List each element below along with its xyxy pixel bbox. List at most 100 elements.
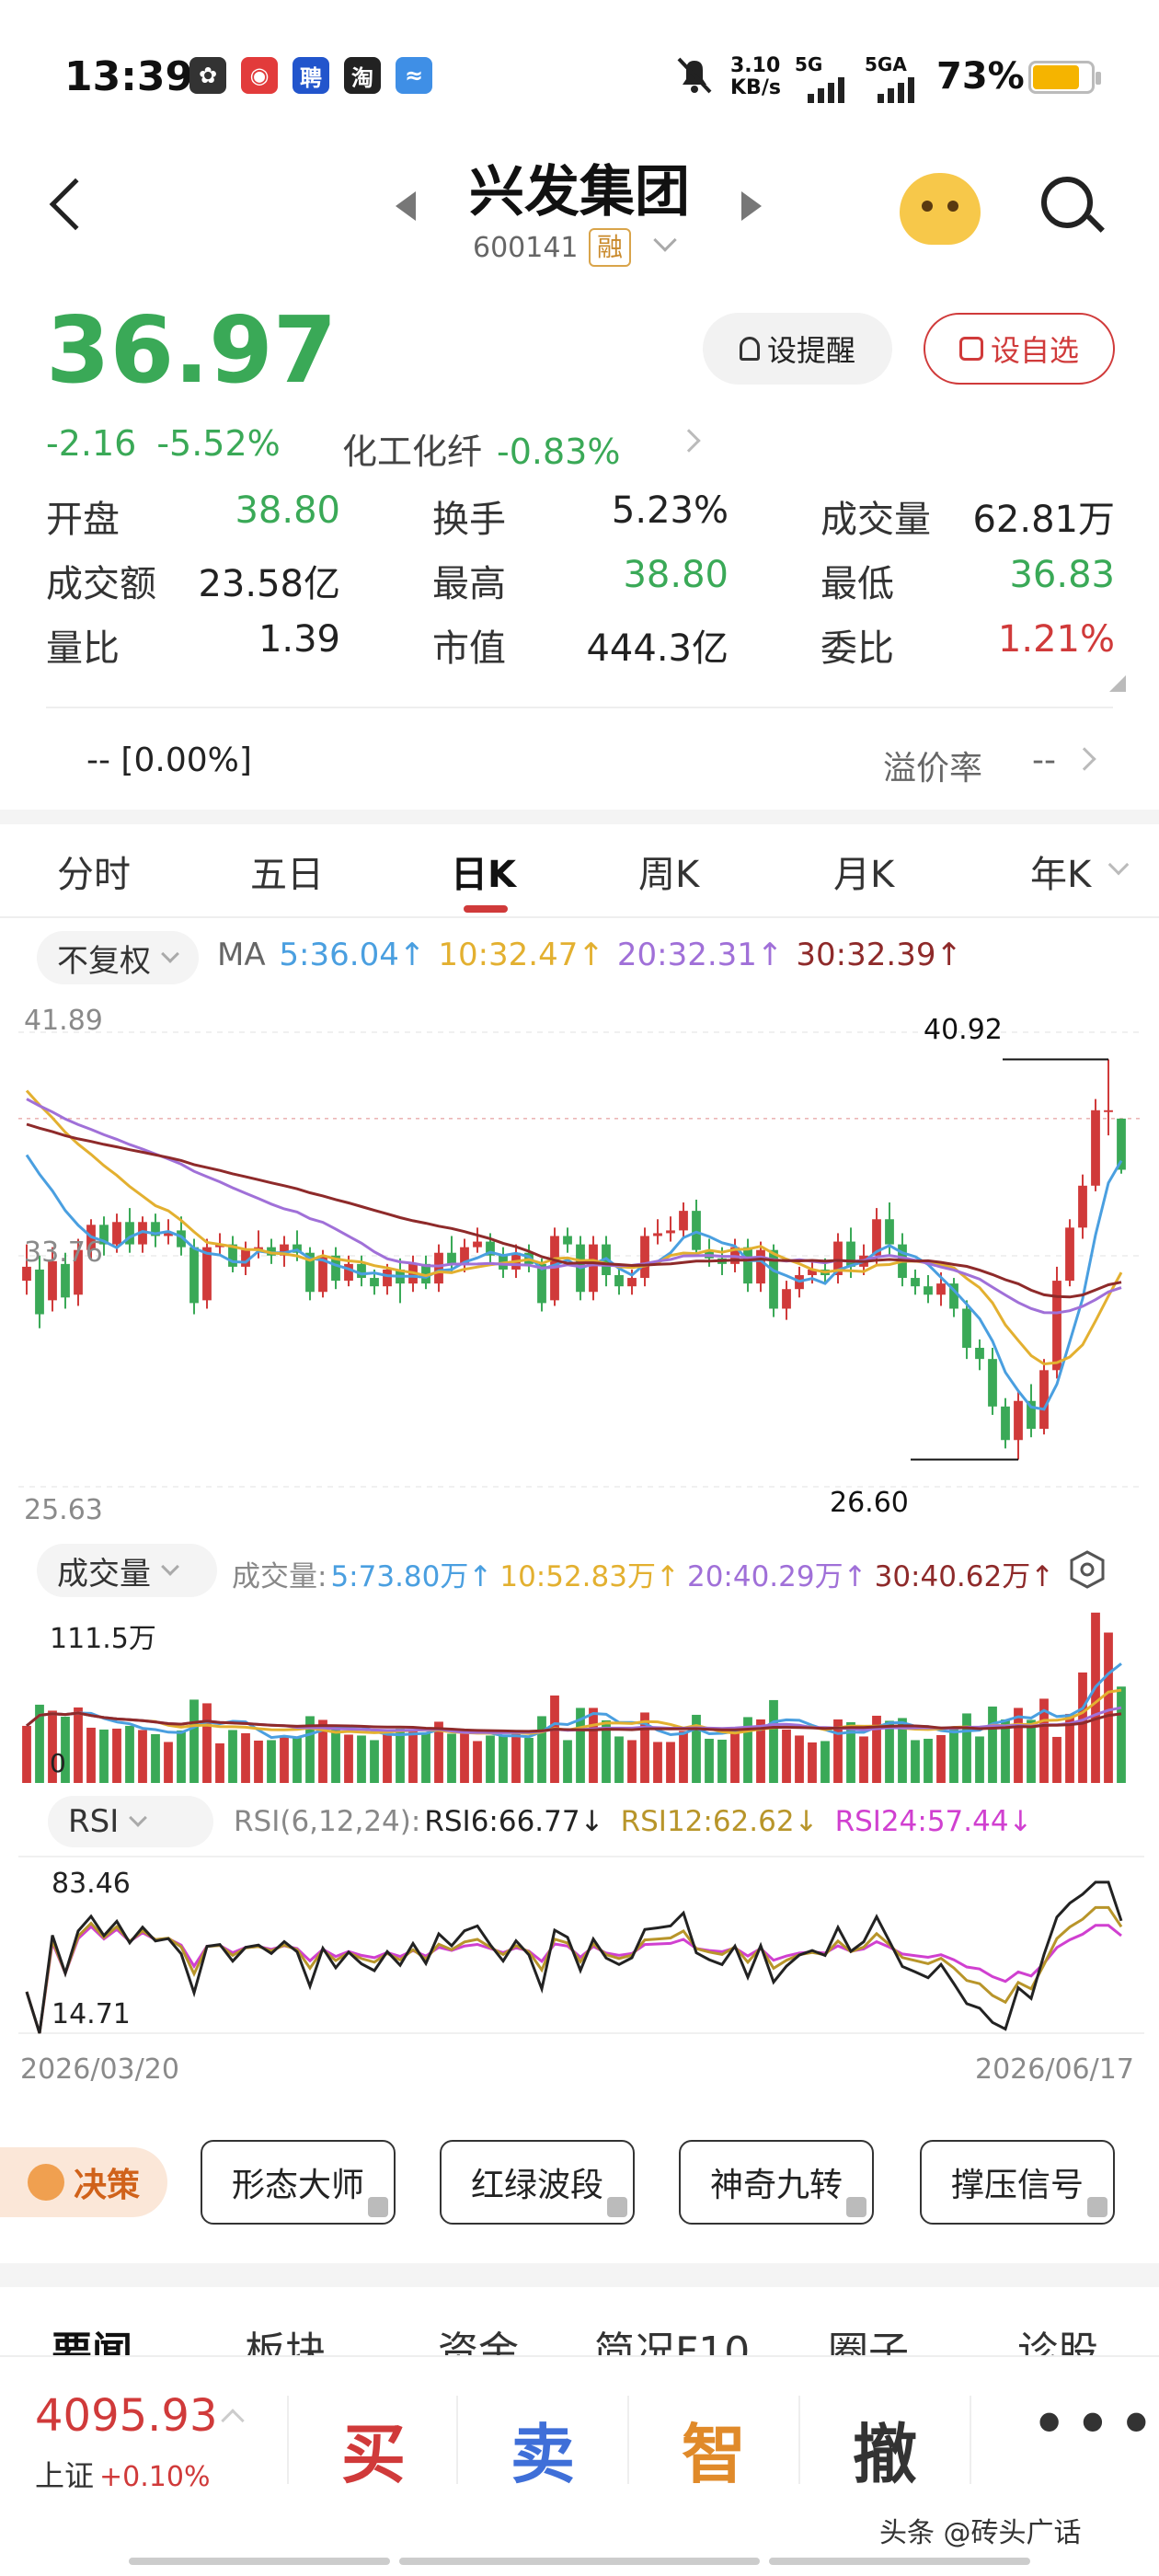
nav-indicator[interactable] <box>129 2558 390 2565</box>
volume-bar <box>112 1728 121 1783</box>
volume-bar <box>151 1733 160 1783</box>
feature-button[interactable]: 神奇九转 <box>679 2140 874 2225</box>
candle <box>396 1258 405 1304</box>
rsi-selector[interactable]: RSI <box>48 1796 213 1847</box>
volume-bar <box>421 1731 430 1783</box>
volume-selector-label: 成交量 <box>57 1555 151 1593</box>
trade-action-0[interactable]: 买 <box>318 2403 429 2496</box>
trade-action-2[interactable]: 智 <box>659 2403 769 2496</box>
stat-label: 最高 <box>432 563 506 605</box>
decision-label: 决策 <box>73 2167 140 2204</box>
candlestick-chart[interactable] <box>0 994 1159 1527</box>
tab-0[interactable]: 分时 <box>57 845 131 898</box>
volume-bar <box>74 1707 83 1783</box>
price-axis-top: 41.89 <box>24 1005 103 1037</box>
volume-bar <box>511 1732 521 1783</box>
set-alert-label: 设提醒 <box>766 333 855 368</box>
trade-action-1[interactable]: 卖 <box>488 2403 598 2496</box>
candle <box>975 1339 984 1371</box>
low-price-marker: 26.60 <box>830 1487 909 1519</box>
feature-button[interactable]: 红绿波段 <box>440 2140 635 2225</box>
decision-button[interactable]: 决策 <box>0 2147 167 2217</box>
feature-button-label: 形态大师 <box>231 2167 364 2204</box>
volume-bar <box>924 1738 933 1783</box>
candle <box>1104 1059 1113 1136</box>
status-time: 13:39 <box>64 53 194 100</box>
volume-bar <box>383 1734 392 1783</box>
mascot-icon[interactable] <box>900 173 981 245</box>
feature-button-label: 神奇九转 <box>709 2167 843 2204</box>
legend-item: 30:40.62万↑ <box>874 1560 1055 1593</box>
chevron-right-icon[interactable] <box>1073 747 1096 771</box>
volume-bar <box>769 1699 778 1783</box>
stat-value: 38.80 <box>235 489 340 532</box>
volume-bar <box>537 1716 546 1783</box>
search-icon[interactable] <box>1041 177 1093 228</box>
search-icon-handle <box>1086 214 1105 233</box>
section-gap <box>0 810 1159 824</box>
candle <box>1065 1219 1074 1287</box>
lock-icon <box>368 2197 388 2217</box>
candle <box>679 1202 688 1239</box>
feature-button[interactable]: 形态大师 <box>201 2140 396 2225</box>
expand-corner-icon[interactable] <box>1109 675 1126 692</box>
volume-bar <box>408 1731 418 1783</box>
trade-action-3[interactable]: 撤 <box>830 2403 940 2496</box>
feature-button[interactable]: 撑压信号 <box>920 2140 1115 2225</box>
add-favorite-button[interactable]: 设自选 <box>924 313 1115 385</box>
rsi-chart[interactable] <box>0 1853 1159 2037</box>
next-stock-icon[interactable] <box>741 191 762 221</box>
tab-5[interactable]: 年K <box>1030 845 1091 898</box>
volume-bar <box>1091 1612 1100 1783</box>
index-value[interactable]: 4095.93 <box>35 2390 218 2442</box>
price-axis-mid: 33.76 <box>24 1236 103 1269</box>
candle <box>1091 1098 1100 1191</box>
tab-2[interactable]: 日K <box>451 845 516 898</box>
more-icon[interactable]: ••• <box>1030 2386 1159 2462</box>
tab-3[interactable]: 周K <box>638 845 699 898</box>
stat-label: 委比 <box>820 627 894 670</box>
tab-1[interactable]: 五日 <box>250 845 324 898</box>
volume-axis-zero: 0 <box>50 1748 66 1778</box>
nav-indicator[interactable] <box>399 2558 760 2565</box>
adjust-selector[interactable]: 不复权 <box>37 931 199 984</box>
rsi-axis-top: 83.46 <box>52 1868 131 1900</box>
divider <box>46 707 1113 708</box>
tab-4[interactable]: 月K <box>833 845 894 898</box>
index-name[interactable]: 上证 +0.10% <box>35 2453 210 2495</box>
volume-bar <box>331 1726 340 1783</box>
stat-value: 444.3亿 <box>586 627 729 670</box>
volume-bar <box>679 1731 688 1783</box>
chevron-down-icon[interactable] <box>653 228 677 252</box>
taobao-icon: 淘 <box>344 57 381 94</box>
separator <box>287 2396 289 2484</box>
candle <box>151 1213 160 1248</box>
candle <box>331 1247 340 1290</box>
stat-label: 开盘 <box>46 499 120 541</box>
volume-selector[interactable]: 成交量 <box>37 1544 217 1597</box>
back-icon[interactable] <box>49 178 102 231</box>
change-value: -2.16 <box>46 423 137 464</box>
set-alert-button[interactable]: 设提醒 <box>703 313 892 385</box>
sector-link[interactable]: 化工化纤 -0.83% <box>342 423 620 474</box>
date-start: 2026/03/20 <box>20 2053 179 2086</box>
nav-indicator[interactable] <box>769 2558 1030 2565</box>
chevron-right-icon[interactable] <box>677 429 701 453</box>
volume-bar <box>988 1706 997 1783</box>
volume-chart[interactable] <box>0 1601 1159 1785</box>
settings-hex-icon[interactable] <box>1067 1549 1107 1590</box>
volume-bar <box>949 1727 958 1783</box>
volume-bar <box>460 1732 469 1783</box>
volume-bar <box>1027 1719 1036 1783</box>
volume-bar <box>653 1742 662 1783</box>
volume-bar <box>22 1725 31 1783</box>
rsi-legend: RSI(6,12,24): RSI6:66.77↓ RSI12:62.62↓ RSI2… <box>234 1805 1033 1838</box>
signal-5g-label: 5G <box>795 53 823 75</box>
rsi-line-12 <box>25 1905 1123 2034</box>
candle <box>563 1227 572 1253</box>
chevron-down-icon[interactable] <box>1107 854 1130 876</box>
volume-bar <box>267 1740 276 1783</box>
ma-prefix: MA <box>217 937 266 973</box>
ma-line-10 <box>25 1089 1123 1366</box>
ma-legend: MA 5:36.04↑ 10:32.47↑ 20:32.31↑ 30:32.39↑ <box>217 937 962 973</box>
